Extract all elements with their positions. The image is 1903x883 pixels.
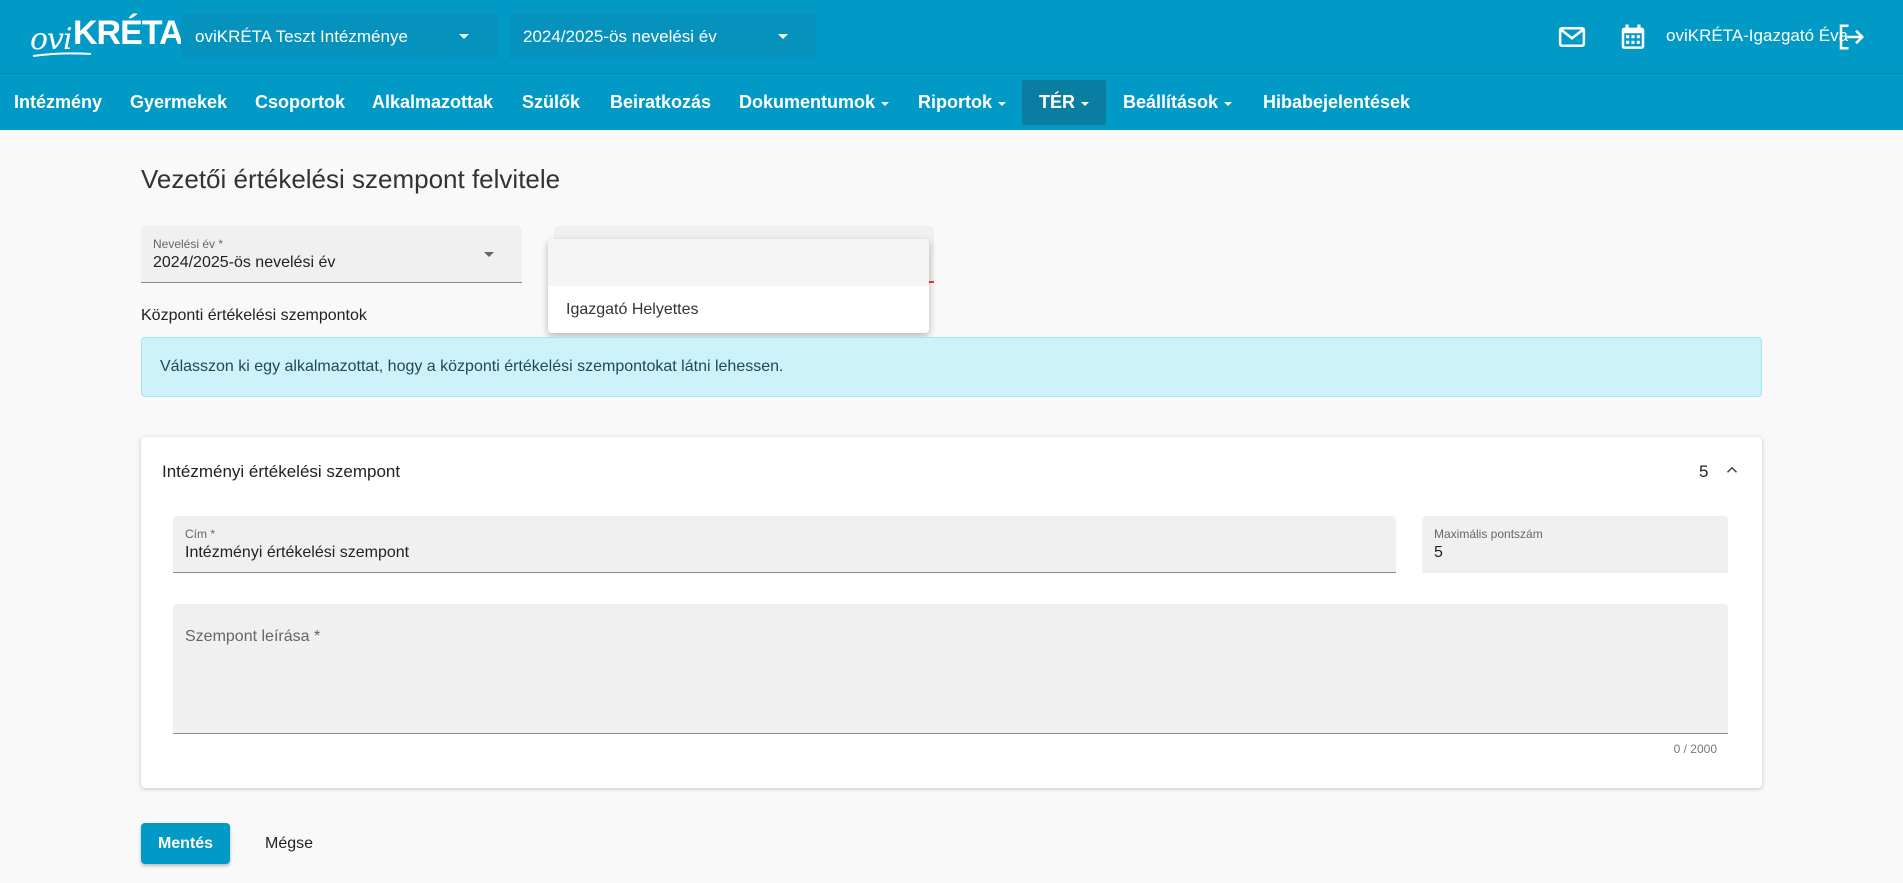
chevron-down-icon	[998, 101, 1006, 106]
nav-item-label: Dokumentumok	[739, 92, 876, 112]
nav-item-beallitasok[interactable]: Beállítások	[1121, 80, 1234, 125]
nav-item-beiratkozas[interactable]: Beiratkozás	[608, 80, 713, 125]
max-points-field-value: 5	[1434, 544, 1443, 561]
card-title: Intézményi értékelési szempont	[162, 462, 401, 481]
calendar-icon[interactable]	[1618, 22, 1648, 52]
nav-item-label: Intézmény	[14, 92, 103, 112]
school-year-field-label: Nevelési év *	[153, 237, 224, 251]
school-year-field-value: 2024/2025-ös nevelési év	[153, 254, 336, 271]
nav-item-alkalmazottak[interactable]: Alkalmazottak	[370, 80, 495, 125]
cancel-button[interactable]: Mégse	[254, 823, 324, 864]
nav-item-szulok[interactable]: Szülők	[520, 80, 582, 125]
nav-item-label: Beiratkozás	[610, 92, 712, 112]
logo-text-kreta: KRÉTA	[73, 14, 184, 52]
chevron-down-icon	[459, 34, 469, 39]
chevron-down-icon	[778, 34, 788, 39]
title-field-label: Cím *	[185, 527, 215, 541]
app-logo[interactable]: ovi KRÉTA	[30, 12, 184, 62]
nav-item-gyermekek[interactable]: Gyermekek	[128, 80, 229, 125]
user-name[interactable]: oviKRÉTA-Igazgató Éva	[1666, 26, 1848, 46]
nav-item-label: Hibabejelentések	[1263, 92, 1411, 112]
nav-item-label: TÉR	[1039, 92, 1075, 112]
description-placeholder: Szempont leírása *	[185, 628, 321, 645]
school-year-select-value: 2024/2025-ös nevelési év	[523, 26, 717, 46]
central-criteria-label: Központi értékelési szempontok	[141, 307, 367, 324]
char-counter: 0 / 2000	[1673, 742, 1717, 756]
save-button[interactable]: Mentés	[141, 823, 230, 864]
institution-select[interactable]: oviKRÉTA Teszt Intézménye	[181, 14, 497, 59]
nav-item-label: Csoportok	[255, 92, 345, 112]
chevron-up-icon[interactable]	[1723, 461, 1741, 479]
nav-item-label: Alkalmazottak	[372, 92, 494, 112]
max-points-field-label: Maximális pontszám	[1434, 527, 1543, 541]
description-textarea[interactable]: Szempont leírása *	[173, 604, 1728, 734]
info-alert: Válasszon ki egy alkalmazottat, hogy a k…	[141, 337, 1762, 397]
employee-dropdown-panel: Igazgató Helyettes	[548, 239, 929, 333]
nav-item-dokumentumok[interactable]: Dokumentumok	[737, 80, 891, 125]
page-title: Vezetői értékelési szempont felvitele	[141, 164, 561, 194]
title-field[interactable]: Cím * Intézményi értékelési szempont	[173, 516, 1396, 573]
title-field-value: Intézményi értékelési szempont	[185, 544, 410, 561]
nav-item-label: Gyermekek	[130, 92, 228, 112]
info-alert-text: Válasszon ki egy alkalmazottat, hogy a k…	[160, 358, 784, 375]
nav-item-label: Riportok	[918, 92, 992, 112]
school-year-field[interactable]: Nevelési év * 2024/2025-ös nevelési év	[141, 226, 522, 283]
main-nav: Intézmény Gyermekek Csoportok Alkalmazot…	[0, 73, 1903, 130]
school-year-select[interactable]: 2024/2025-ös nevelési év	[509, 14, 816, 59]
nav-item-riportok[interactable]: Riportok	[916, 80, 1008, 125]
nav-item-intezmeny[interactable]: Intézmény	[12, 80, 104, 125]
mail-icon[interactable]	[1557, 22, 1587, 52]
institution-select-value: oviKRÉTA Teszt Intézménye	[195, 26, 408, 46]
employee-option-igazgato-helyettes[interactable]: Igazgató Helyettes	[566, 301, 699, 319]
chevron-down-icon	[484, 252, 494, 257]
chevron-down-icon	[881, 101, 890, 106]
institution-criterion-card: Intézményi értékelési szempont 5 Cím * I…	[141, 437, 1762, 788]
nav-item-ter[interactable]: TÉR	[1022, 80, 1106, 125]
chevron-down-icon	[1081, 101, 1089, 106]
max-points-field[interactable]: Maximális pontszám 5	[1422, 516, 1728, 573]
logo-swoosh-icon	[32, 52, 92, 57]
nav-item-csoportok[interactable]: Csoportok	[253, 80, 347, 125]
top-bar: ovi KRÉTA oviKRÉTA Teszt Intézménye 2024…	[0, 0, 1903, 73]
logout-icon[interactable]	[1836, 22, 1866, 52]
chevron-down-icon	[1224, 101, 1233, 106]
nav-item-hibabejelentesek[interactable]: Hibabejelentések	[1261, 80, 1412, 125]
nav-item-label: Szülők	[522, 92, 581, 112]
employee-option-empty[interactable]	[548, 239, 929, 286]
card-count: 5	[1699, 462, 1709, 481]
nav-item-label: Beállítások	[1123, 92, 1219, 112]
